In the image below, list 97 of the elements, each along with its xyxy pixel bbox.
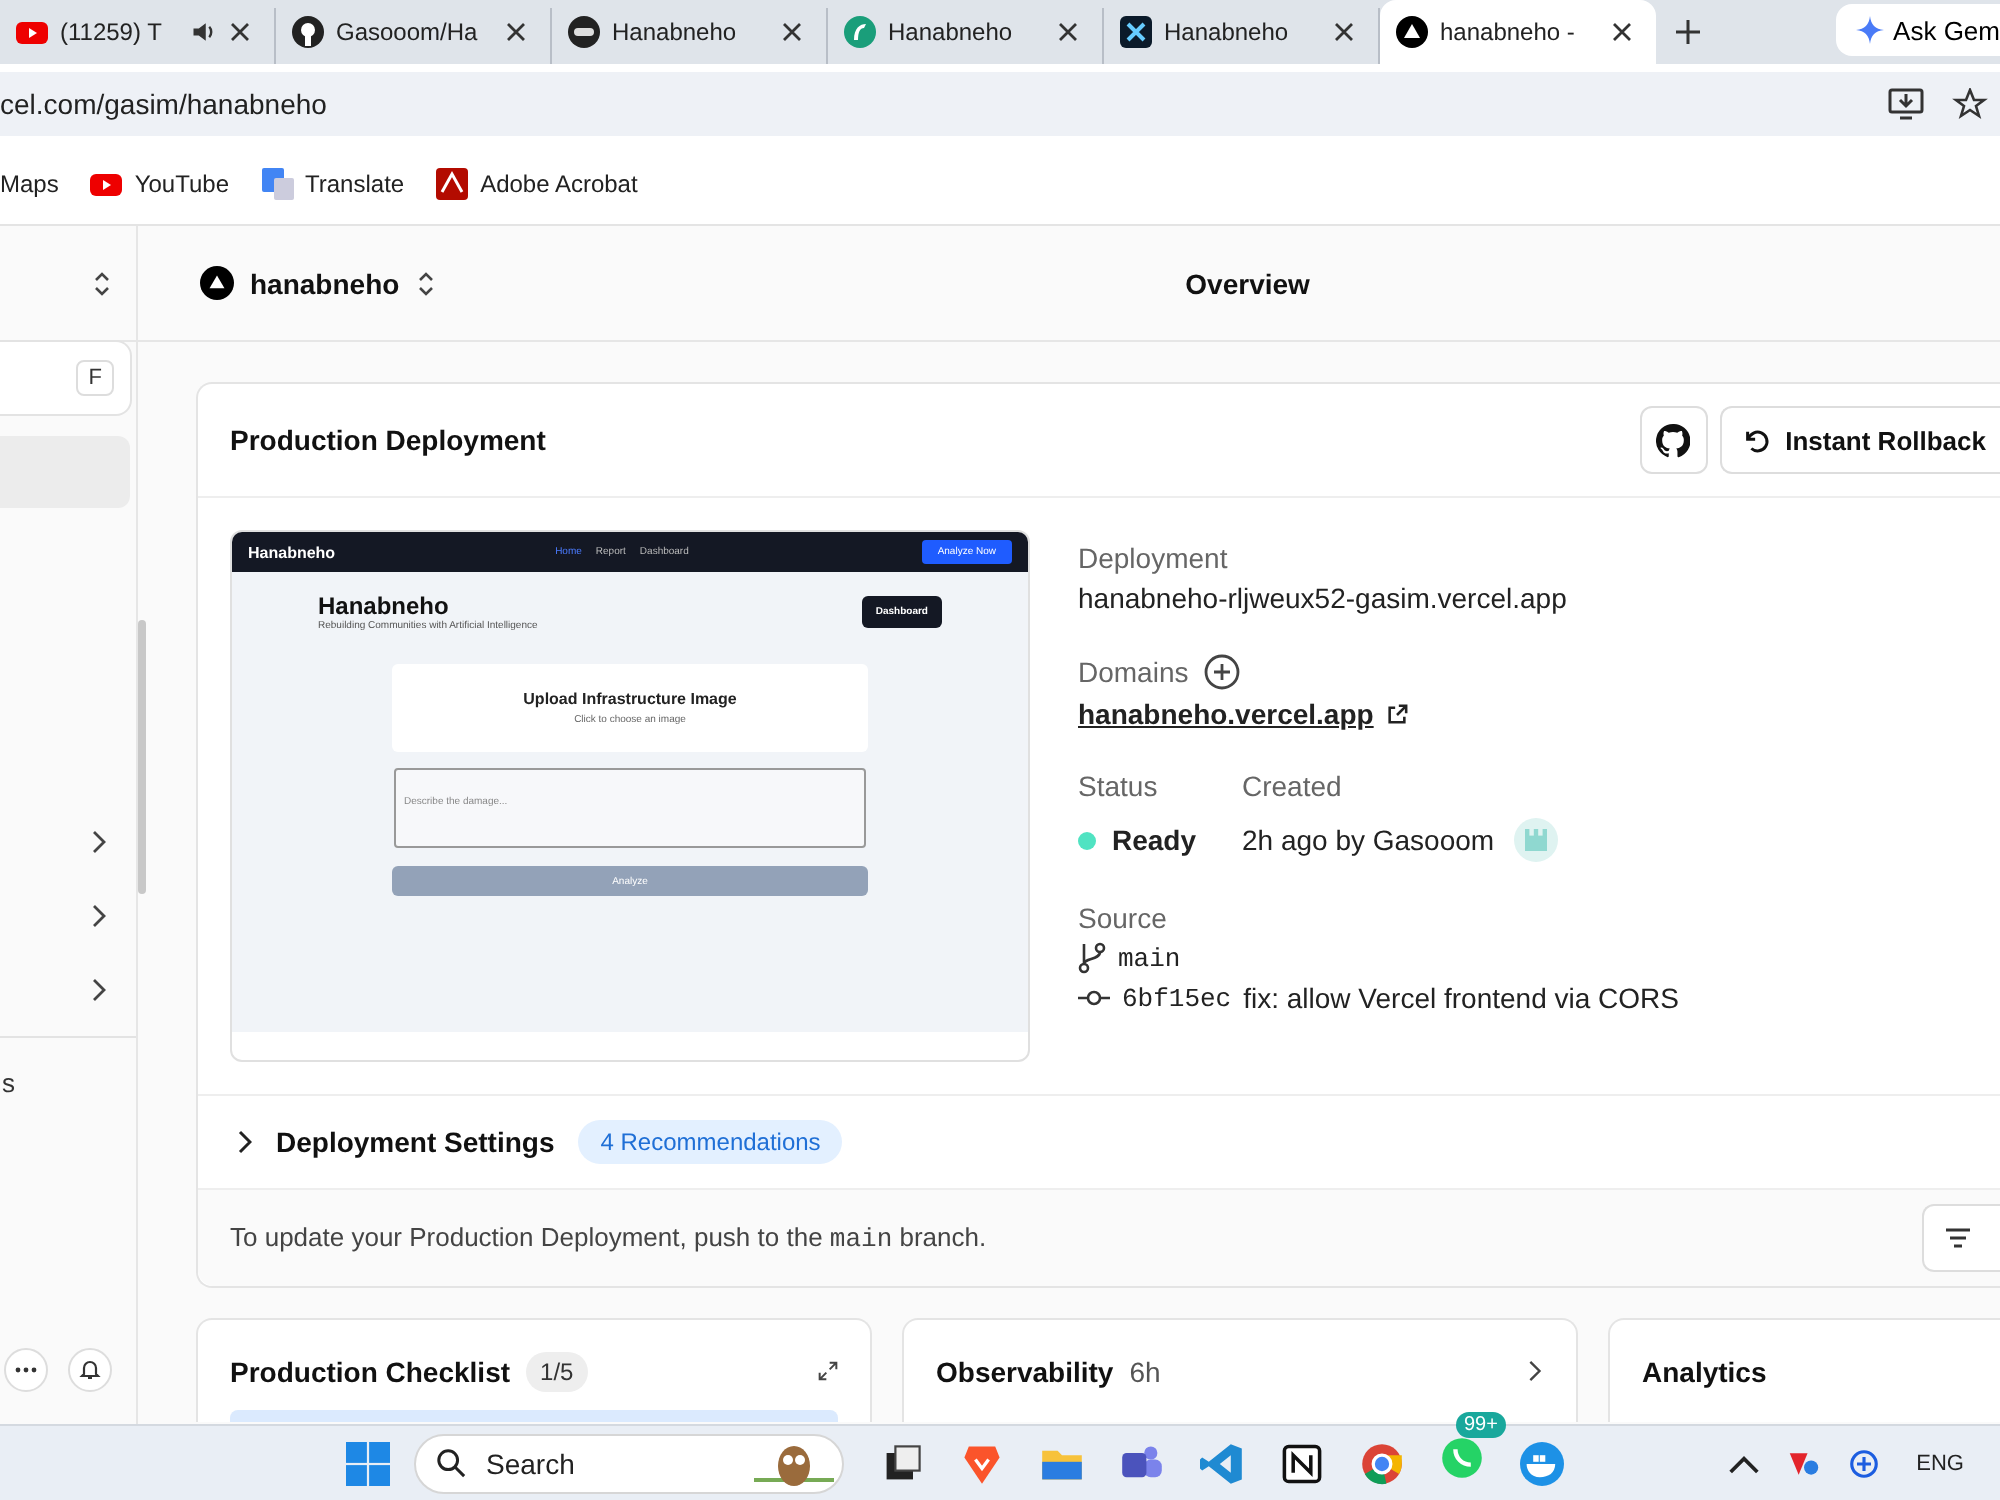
overview-card[interactable]: Analytics — [1608, 1318, 2000, 1422]
close-icon[interactable] — [230, 22, 250, 42]
expand-icon[interactable] — [818, 1360, 838, 1382]
domain-link[interactable]: hanabneho.vercel.app — [1078, 698, 1374, 730]
bookmark-link[interactable]: Translate — [261, 168, 405, 200]
ask-button[interactable]: Ask Gem — [1835, 4, 2000, 56]
cross-logo-icon — [1120, 16, 1152, 48]
more-button[interactable] — [4, 1348, 48, 1392]
close-icon[interactable] — [1334, 22, 1354, 42]
close-icon[interactable] — [782, 22, 802, 42]
status-label: Status — [1078, 770, 1160, 802]
preview-upload-title: Upload Infrastructure Image — [523, 690, 737, 708]
bookmark-link[interactable]: Maps — [0, 170, 59, 198]
tab-title: Hanabneho — [1164, 18, 1291, 46]
tab-title: Hanabneho — [888, 18, 1015, 46]
speaker-icon[interactable] — [190, 18, 218, 46]
install-icon[interactable] — [1888, 88, 1924, 120]
bell-icon — [78, 1358, 102, 1382]
branch-icon — [1078, 942, 1106, 974]
card-title: Observability — [936, 1355, 1114, 1387]
card-title: Analytics — [1642, 1355, 1767, 1387]
chevron-right-icon[interactable] — [90, 903, 106, 927]
tab-title: hanabneho - — [1440, 18, 1577, 46]
close-icon[interactable] — [506, 22, 526, 42]
external-link-icon[interactable] — [1385, 703, 1408, 725]
scrollbar[interactable] — [138, 620, 146, 894]
recommendations-badge[interactable]: 4 Recommendations — [578, 1120, 843, 1164]
taskbar-search[interactable]: Search — [414, 1433, 844, 1493]
address-bar[interactable]: cel.com/gasim/hanabneho — [0, 72, 2000, 136]
created-text: 2h ago by Gasooom — [1242, 824, 1495, 856]
undo-icon — [1741, 425, 1772, 455]
code-editor-icon[interactable] — [1200, 1441, 1244, 1485]
tab-title: (11259) T — [60, 18, 164, 46]
tab-title: Hanabneho — [612, 18, 739, 46]
project-switcher[interactable]: hanabneho — [200, 266, 436, 300]
chrome-icon[interactable] — [1360, 1441, 1404, 1485]
leaf-logo-icon — [844, 16, 876, 48]
close-icon[interactable] — [1612, 22, 1632, 42]
github-button[interactable] — [1639, 406, 1708, 474]
document-app-icon — [436, 168, 469, 200]
deployment-label: Deployment — [1078, 542, 1230, 574]
youtube-icon — [90, 168, 123, 200]
triangle-logo-icon — [1396, 16, 1428, 48]
url-text: cel.com/gasim/hanabneho — [0, 88, 329, 120]
sidebar-text: s — [2, 1068, 15, 1098]
source-label: Source — [1078, 902, 1169, 934]
add-icon[interactable] — [1204, 654, 1241, 690]
round-logo-icon — [568, 16, 600, 48]
deployment-url: hanabneho-rljweux52-gasim.vercel.app — [1078, 582, 1569, 614]
youtube-icon — [16, 16, 48, 48]
search-field[interactable]: F — [0, 340, 132, 416]
bookmark-star-icon[interactable] — [1952, 88, 1988, 120]
sparkle-icon — [1855, 16, 1884, 44]
commit-icon — [1078, 988, 1110, 1008]
filter-icon — [1944, 1226, 1972, 1250]
created-label: Created — [1242, 770, 1344, 802]
chevron-right-icon[interactable] — [236, 1130, 252, 1154]
commit-hash: 6bf15ec — [1122, 983, 1232, 1013]
commit-message: fix: allow Vercel frontend via CORS — [1243, 982, 1679, 1014]
plus-circle-icon[interactable] — [1848, 1449, 1881, 1477]
domains-label: Domains — [1078, 656, 1189, 688]
page-title: Overview — [1185, 267, 1310, 299]
preview-heading: Hanabneho — [318, 592, 451, 620]
triangle-logo-icon — [200, 266, 234, 300]
notification-button[interactable] — [68, 1348, 112, 1392]
new-tab-icon[interactable] — [1676, 20, 1700, 44]
update-note: To update your Production Deployment, push to the main branch. — [230, 1222, 989, 1254]
shortcut-key: F — [76, 360, 114, 396]
bookmark-link[interactable]: Adobe Acrobat — [436, 168, 638, 200]
chevron-right-icon[interactable] — [90, 829, 106, 853]
translate-icon — [261, 168, 293, 200]
language-indicator[interactable]: ENG — [1916, 1451, 1964, 1475]
overview-card[interactable]: Production Checklist 1/5 — [196, 1318, 872, 1422]
avatar-icon — [1514, 818, 1559, 862]
windows-start-icon[interactable] — [346, 1441, 390, 1485]
status-text: Ready — [1112, 824, 1197, 856]
more-icon — [14, 1366, 38, 1374]
browser-tab[interactable]: hanabneho - — [1380, 0, 1656, 64]
chevron-right-icon[interactable] — [1524, 1360, 1544, 1382]
filter-button[interactable] — [1922, 1204, 2000, 1272]
tab-title: Gasooom/Ha — [336, 18, 480, 46]
bookmark-link[interactable]: YouTube — [90, 168, 229, 200]
rollback-button[interactable]: Instant Rollback — [1719, 406, 2000, 474]
branch-name: main — [1118, 943, 1181, 973]
card-title: Production Checklist — [230, 1355, 511, 1387]
switcher-icon[interactable] — [92, 269, 112, 297]
notification-badge: 99+ — [1456, 1412, 1506, 1438]
settings-toggle[interactable]: Deployment Settings — [276, 1126, 555, 1158]
time-range-text: 6h — [1129, 1355, 1161, 1387]
switcher-icon — [415, 269, 436, 297]
close-icon[interactable] — [1058, 22, 1078, 42]
search-icon — [436, 1448, 466, 1478]
notes-app-icon[interactable] — [1280, 1441, 1324, 1485]
preview-brand: Hanabneho — [248, 543, 336, 561]
count-badge: 1/5 — [526, 1351, 588, 1391]
chevron-right-icon[interactable] — [90, 977, 106, 1001]
card-title: Production Deployment — [230, 424, 548, 456]
